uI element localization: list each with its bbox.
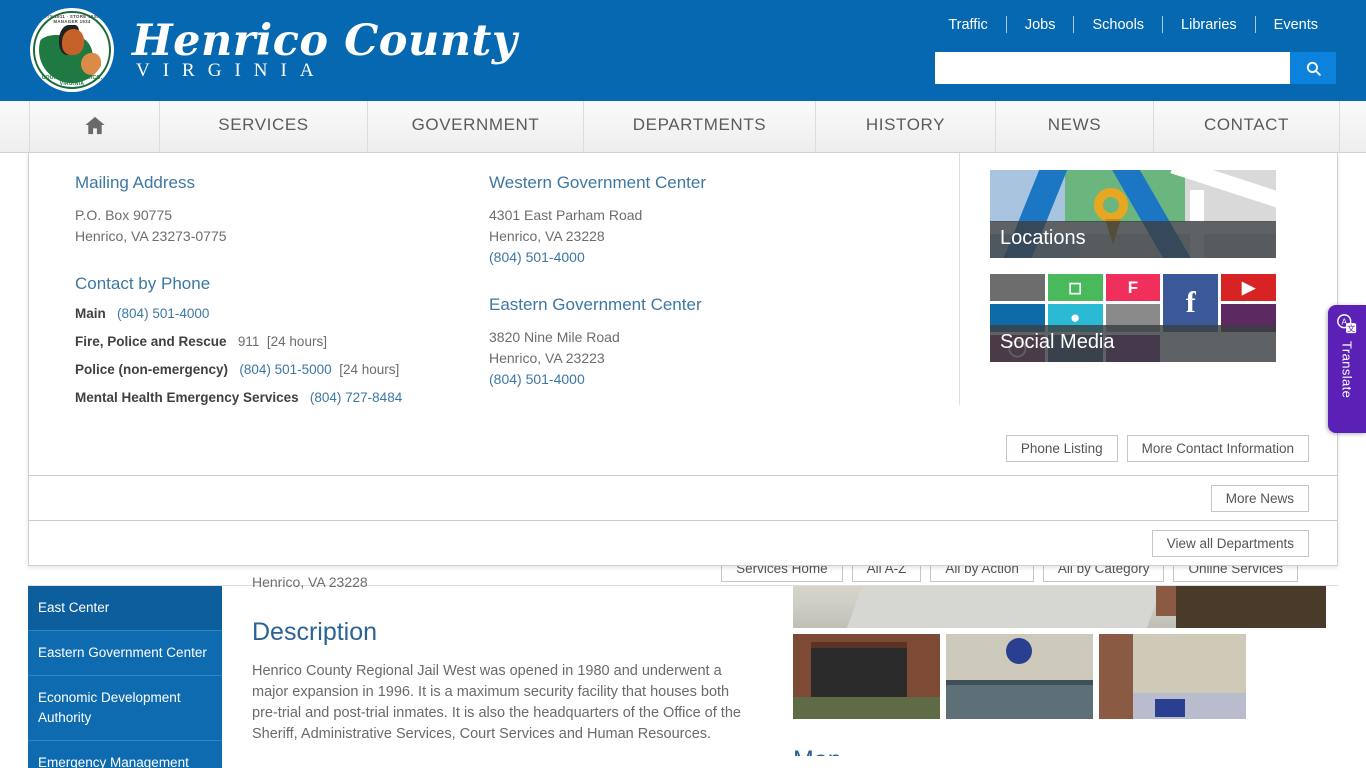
main-column: Henrico, VA 23228 Description Henrico Co… [252, 574, 752, 745]
phone-row-main: Main (804) 501-4000 [75, 306, 489, 321]
utility-link-schools[interactable]: Schools [1074, 17, 1162, 33]
contact-panel-buttons: Phone Listing More Contact Information [1005, 435, 1309, 462]
news-dropdown-panel: More News [28, 476, 1338, 521]
nav-item-departments[interactable]: DEPARTMENTS [584, 98, 816, 152]
contact-column-tiles: Locations ◻ F f ▶ ● ◯ [959, 153, 1289, 405]
nav-item-news[interactable]: NEWS [996, 98, 1154, 152]
search-button[interactable] [1290, 52, 1336, 84]
phone-listing-button[interactable]: Phone Listing [1005, 435, 1118, 462]
locations-tile-label: Locations [990, 221, 1276, 258]
phone-number-emergency: 911 [237, 334, 260, 349]
phone-row-police-nonemergency: Police (non-emergency) (804) 501-5000 [2… [75, 362, 489, 377]
phone-label-police: Police (non-emergency) [75, 362, 229, 377]
nav-item-home[interactable] [30, 98, 160, 152]
svg-text:文: 文 [1347, 323, 1355, 333]
site-logo[interactable]: CITY 1611 · STORE 1634 · MANAGER 1934 CO… [30, 8, 517, 92]
gallery-thumb-civil-process[interactable] [1099, 634, 1246, 719]
departments-panel-buttons: View all Departments [1151, 530, 1309, 557]
youtube-icon: ▶ [1221, 274, 1276, 302]
nav-item-government[interactable]: GOVERNMENT [368, 98, 584, 152]
sidebar-item-economic-development-authority[interactable]: Economic Development Authority [28, 676, 222, 741]
translate-label: Translate [1339, 341, 1355, 399]
sidebar-item-east-center[interactable]: East Center [28, 586, 222, 631]
gallery-thumbnails [793, 634, 1328, 719]
description-heading: Description [252, 618, 378, 646]
news-panel-buttons: More News [1210, 485, 1309, 512]
more-news-button[interactable]: More News [1210, 485, 1309, 512]
sidebar-item-eastern-government-center[interactable]: Eastern Government Center [28, 631, 222, 676]
more-contact-information-button[interactable]: More Contact Information [1126, 435, 1309, 462]
utility-link-libraries[interactable]: Libraries [1163, 17, 1255, 33]
phone-note-emergency: [24 hours] [266, 334, 327, 349]
phone-row-mental-health: Mental Health Emergency Services (804) 7… [75, 390, 489, 405]
phone-label-emergency: Fire, Police and Rescue [75, 334, 227, 349]
gallery-thumb-lobby[interactable] [946, 634, 1093, 719]
nav-item-contact[interactable]: CONTACT [1154, 98, 1340, 152]
brand-title: Henrico County [132, 16, 518, 66]
gallery-hero-image[interactable] [793, 586, 1326, 628]
eastern-government-center-heading[interactable]: Eastern Government Center [489, 295, 959, 315]
address-peek-text: Henrico, VA 23228 [252, 574, 368, 590]
site-search [935, 52, 1336, 84]
description-text: Henrico County Regional Jail West was op… [252, 663, 741, 742]
view-all-departments-button[interactable]: View all Departments [1151, 530, 1309, 557]
photo-gallery [793, 586, 1328, 719]
nav-right-spacer [1340, 98, 1366, 152]
western-center-street: 4301 East Parham Road [489, 207, 643, 223]
phone-number-mental-health[interactable]: (804) 727-8484 [310, 390, 402, 405]
gallery-thumb-entrance[interactable] [793, 634, 940, 719]
translate-icon: A 文 [1337, 314, 1357, 333]
home-icon [84, 116, 105, 134]
county-seal-icon: CITY 1611 · STORE 1634 · MANAGER 1934 CO… [30, 8, 114, 92]
utility-link-events[interactable]: Events [1256, 17, 1336, 33]
eastern-center-street: 3820 Nine Mile Road [489, 329, 620, 345]
nav-item-services[interactable]: SERVICES [160, 98, 368, 152]
eastern-center-phone[interactable]: (804) 501-4000 [489, 371, 585, 387]
site-header: CITY 1611 · STORE 1634 · MANAGER 1934 CO… [0, 0, 1366, 98]
map-heading-peek: Map [793, 746, 842, 756]
phone-label-mental-health: Mental Health Emergency Services [75, 390, 299, 405]
utility-link-jobs[interactable]: Jobs [1007, 17, 1074, 33]
nav-item-history[interactable]: HISTORY [816, 98, 996, 152]
mailing-address-line1: P.O. Box 90775 [75, 207, 173, 223]
western-government-center-heading[interactable]: Western Government Center [489, 173, 959, 193]
map-pin-icon [1094, 188, 1128, 245]
search-icon [1306, 61, 1321, 76]
department-sidebar: East Center Eastern Government Center Ec… [28, 586, 222, 768]
phone-label-main: Main [75, 306, 106, 321]
western-center-phone[interactable]: (804) 501-4000 [489, 249, 585, 265]
utility-link-traffic[interactable]: Traffic [930, 17, 1005, 33]
search-input[interactable] [935, 52, 1290, 84]
phone-note-police: [24 hours] [339, 362, 400, 377]
utility-nav: Traffic Jobs Schools Libraries Events [930, 16, 1336, 33]
western-center-citystate: Henrico, VA 23228 [489, 228, 605, 244]
globe-icon: ◻ [1047, 274, 1103, 302]
mailing-address-line2: Henrico, VA 23273-0775 [75, 228, 227, 244]
contact-by-phone-heading[interactable]: Contact by Phone [75, 274, 489, 294]
foursquare-icon: F [1105, 274, 1161, 302]
contact-column-centers: Western Government Center 4301 East Parh… [489, 173, 959, 475]
departments-dropdown-panel: View all Departments [28, 521, 1338, 566]
contact-column-mailing: Mailing Address P.O. Box 90775 Henrico, … [29, 173, 489, 475]
eastern-center-citystate: Henrico, VA 23223 [489, 350, 605, 366]
phone-number-police[interactable]: (804) 501-5000 [239, 362, 331, 377]
phone-number-main[interactable]: (804) 501-4000 [117, 306, 209, 321]
social-media-tile[interactable]: ◻ F f ▶ ● ◯ Social Media [990, 274, 1276, 362]
contact-dropdown-panel: Mailing Address P.O. Box 90775 Henrico, … [28, 152, 1338, 476]
page-content: East Center Eastern Government Center Ec… [0, 574, 1366, 768]
contact-dropdown-stack: Mailing Address P.O. Box 90775 Henrico, … [28, 152, 1338, 566]
facebook-icon: f [1163, 274, 1219, 332]
locations-tile[interactable]: Locations [990, 170, 1276, 258]
social-media-tile-label: Social Media [990, 325, 1276, 362]
sidebar-item-emergency-management[interactable]: Emergency Management and Workplace Safet… [28, 741, 222, 768]
mailing-address-heading[interactable]: Mailing Address [75, 173, 489, 193]
seal-bottom-text: COUNTY OF HENRICO, VIRGINIA [41, 75, 103, 87]
seal-top-text: CITY 1611 · STORE 1634 · MANAGER 1934 [41, 14, 103, 24]
phone-row-emergency: Fire, Police and Rescue 911 [24 hours] [75, 334, 489, 349]
nav-left-spacer [0, 98, 30, 152]
main-navigation: SERVICES GOVERNMENT DEPARTMENTS HISTORY … [0, 98, 1366, 153]
translate-tab[interactable]: A 文 Translate [1328, 305, 1366, 433]
